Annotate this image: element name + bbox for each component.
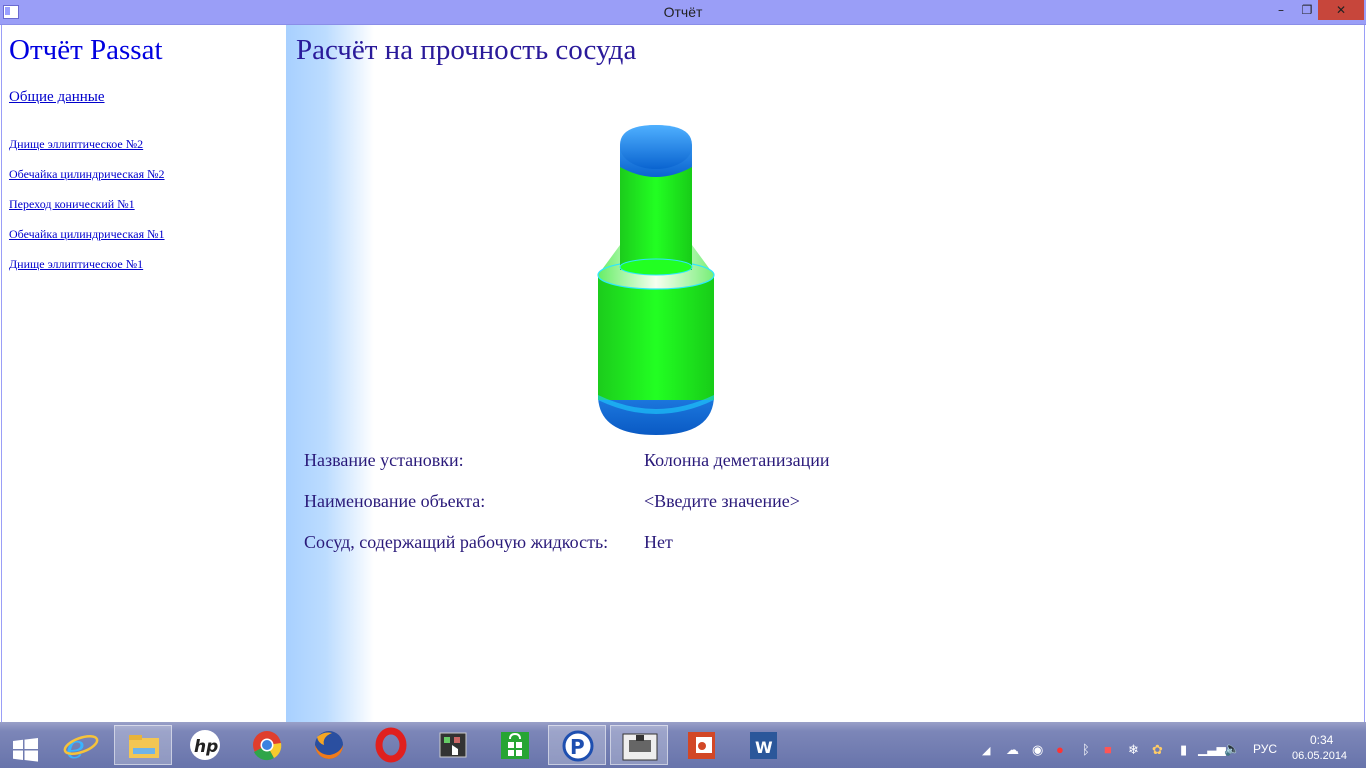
nav-link-cone-transition-1[interactable]: Переход конический №1 <box>9 197 135 212</box>
row-value-installation: Колонна деметанизации <box>644 450 830 470</box>
battery-icon[interactable]: ▮ <box>1180 742 1187 758</box>
minimize-button[interactable]: – <box>1268 0 1294 20</box>
vessel-app-icon[interactable] <box>610 725 668 765</box>
beats-icon[interactable]: ● <box>1056 742 1064 757</box>
file-explorer-icon[interactable] <box>114 725 172 765</box>
volume-icon[interactable]: 🔈 <box>1224 741 1240 757</box>
page-title: Расчёт на прочность сосуда <box>296 34 637 66</box>
passat-icon[interactable]: P <box>548 725 606 765</box>
word-icon[interactable]: W <box>734 725 792 765</box>
svg-text:W: W <box>755 738 773 757</box>
window-title: Отчёт <box>663 4 703 20</box>
gradient-divider <box>286 25 374 722</box>
signal-icon[interactable]: ▁▃▅ <box>1198 742 1226 756</box>
row-label-working-liquid: Сосуд, содержащий рабочую жидкость: <box>304 532 609 552</box>
windows-start-icon[interactable] <box>0 725 58 765</box>
firefox-icon[interactable] <box>300 725 358 765</box>
keyboard-language[interactable]: РУС <box>1253 742 1277 756</box>
store-icon[interactable] <box>486 725 544 765</box>
touch-app-icon[interactable] <box>424 725 482 765</box>
chrome-icon[interactable] <box>238 725 296 765</box>
settings-app-icon[interactable]: ✿ <box>1152 742 1163 758</box>
maximize-button[interactable]: ❐ <box>1294 0 1320 20</box>
hp-icon[interactable]: hp <box>176 725 234 765</box>
clock-date[interactable]: 06.05.2014 <box>1292 750 1347 762</box>
svg-text:e: e <box>66 728 85 765</box>
nav-link-bottom-ellipse-1[interactable]: Днище эллиптическое №1 <box>9 257 143 272</box>
row-label-installation: Название установки: <box>304 450 464 470</box>
bluetooth-icon[interactable]: ᛒ <box>1082 742 1090 757</box>
tray-overflow-icon[interactable]: ◢ <box>982 744 990 757</box>
report-title: Отчёт Passat <box>9 34 163 66</box>
vessel-3d-image <box>597 125 715 435</box>
nav-link-shell-cyl-1[interactable]: Обечайка цилиндрическая №1 <box>9 227 165 242</box>
powerpoint-icon[interactable] <box>672 725 730 765</box>
svg-text:hp: hp <box>194 737 218 757</box>
taskbar: e hp P W ◢ ☁ ◉ ● ᛒ ■ ❄ ✿ ▮ ▁▃▅ 🔈 РУС 0:3… <box>0 722 1366 768</box>
snowflake-icon[interactable]: ❄ <box>1128 742 1139 758</box>
report-navigation: Отчёт Passat Общие данные Днище эллиптич… <box>2 25 286 722</box>
adobe-icon[interactable]: ■ <box>1104 742 1112 757</box>
internet-explorer-icon[interactable]: e <box>52 725 110 766</box>
network-app-icon[interactable]: ◉ <box>1032 742 1043 758</box>
nav-link-bottom-ellipse-2[interactable]: Днище эллиптическое №2 <box>9 137 143 152</box>
close-button[interactable]: ✕ <box>1318 0 1364 20</box>
cloud-icon[interactable]: ☁ <box>1006 742 1019 758</box>
nav-link-shell-cyl-2[interactable]: Обечайка цилиндрическая №2 <box>9 167 165 182</box>
window-title-bar: Отчёт – ❐ ✕ <box>0 0 1366 25</box>
opera-icon[interactable] <box>362 725 420 765</box>
svg-text:P: P <box>570 735 585 759</box>
nav-link-general[interactable]: Общие данные <box>9 89 105 106</box>
row-value-object-name: <Введите значение> <box>644 491 800 511</box>
clock-time[interactable]: 0:34 <box>1310 733 1333 747</box>
report-content: Отчёт Passat Общие данные Днище эллиптич… <box>1 25 1365 722</box>
row-label-object-name: Наименование объекта: <box>304 491 486 511</box>
row-value-working-liquid: Нет <box>644 532 673 552</box>
